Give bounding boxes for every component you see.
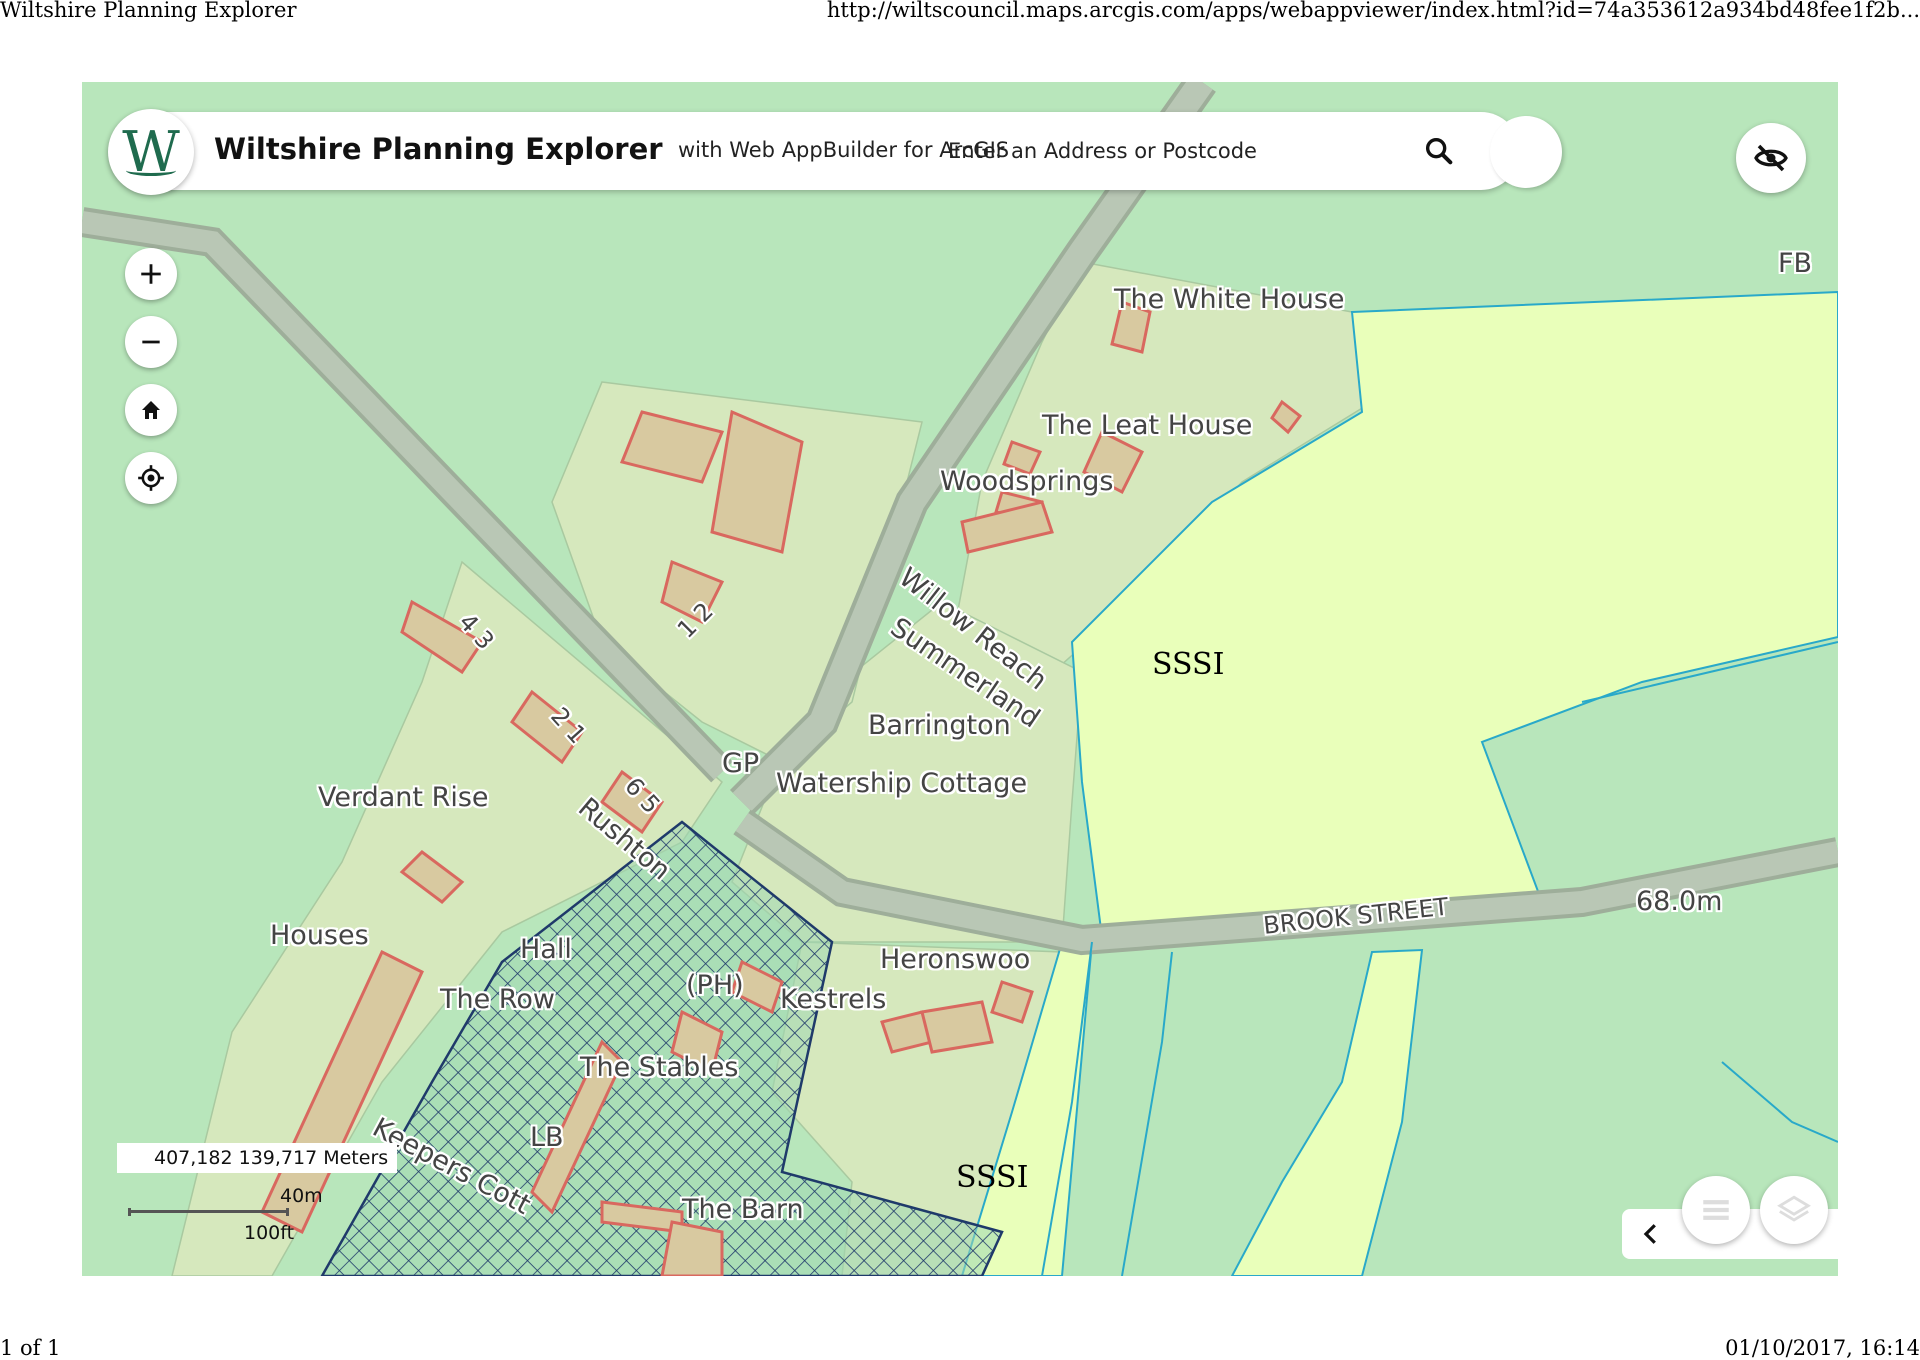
wiltshire-logo[interactable]: W	[108, 109, 194, 195]
scale-imperial-label: 100ft	[244, 1222, 295, 1244]
map-label-watership-cottage: Watership Cottage	[776, 768, 1028, 799]
search-icon	[1425, 137, 1453, 165]
map-label-lb: LB	[530, 1122, 564, 1153]
coordinate-readout: 407,182 139,717 Meters	[117, 1143, 397, 1173]
map-label-kestrels: Kestrels	[780, 984, 887, 1015]
address-search-input[interactable]	[946, 132, 1310, 170]
minus-icon	[142, 340, 160, 344]
map-view[interactable]: The White House The Leat House Woodsprin…	[82, 82, 1838, 1276]
sssi-label: SSSI	[1152, 647, 1225, 682]
map-label-barrington: Barrington	[868, 710, 1011, 741]
eye-off-icon	[1754, 144, 1788, 172]
map-label-leat-house: The Leat House	[1042, 410, 1253, 441]
logo-swoosh	[126, 165, 176, 176]
map-label-the-barn: The Barn	[682, 1194, 804, 1225]
home-button[interactable]	[125, 384, 177, 436]
print-datetime: 01/10/2017, 16:14	[1725, 1336, 1920, 1360]
map-label-the-row: The Row	[440, 984, 555, 1015]
map-label-gp: GP	[722, 748, 760, 779]
scale-bar	[128, 1208, 289, 1216]
map-label-hall: Hall	[520, 934, 572, 965]
app-title: Wiltshire Planning Explorer	[214, 132, 663, 166]
print-url: http://wiltscouncil.maps.arcgis.com/apps…	[826, 0, 1920, 22]
plus-icon	[141, 264, 161, 284]
header-extra-button[interactable]	[1490, 116, 1562, 188]
map-label-fb: FB	[1778, 248, 1813, 279]
map-label-houses: Houses	[270, 920, 369, 951]
layer-list-button[interactable]	[1682, 1176, 1750, 1244]
sssi-label: SSSI	[956, 1160, 1029, 1195]
print-page-title: Wiltshire Planning Explorer	[0, 0, 297, 22]
map-label-white-house: The White House	[1114, 284, 1345, 315]
my-location-button[interactable]	[125, 452, 177, 504]
map-label-heronswood: Heronswoo	[880, 944, 1031, 975]
map-label-ph: (PH)	[686, 970, 744, 1001]
toggle-visibility-button[interactable]	[1736, 123, 1806, 193]
chevron-left-icon	[1643, 1224, 1656, 1244]
layers-icon	[1777, 1195, 1811, 1222]
map-label-height: 68.0m	[1636, 886, 1723, 917]
map-label-the-stables: The Stables	[580, 1052, 739, 1083]
basemap-gallery-button[interactable]	[1760, 1176, 1828, 1244]
map-label-woodsprings: Woodsprings	[940, 466, 1114, 497]
map-label-verdant-rise: Verdant Rise	[318, 782, 489, 813]
home-icon	[142, 401, 160, 419]
print-page-number: 1 of 1	[0, 1336, 61, 1360]
app-header: W Wiltshire Planning Explorer with Web A…	[108, 109, 1520, 195]
zoom-out-button[interactable]	[125, 316, 177, 368]
list-icon	[1703, 1200, 1729, 1220]
locate-icon	[138, 465, 164, 491]
zoom-in-button[interactable]	[125, 248, 177, 300]
scale-metric-label: 40m	[280, 1185, 323, 1207]
search-button[interactable]	[1422, 134, 1456, 168]
